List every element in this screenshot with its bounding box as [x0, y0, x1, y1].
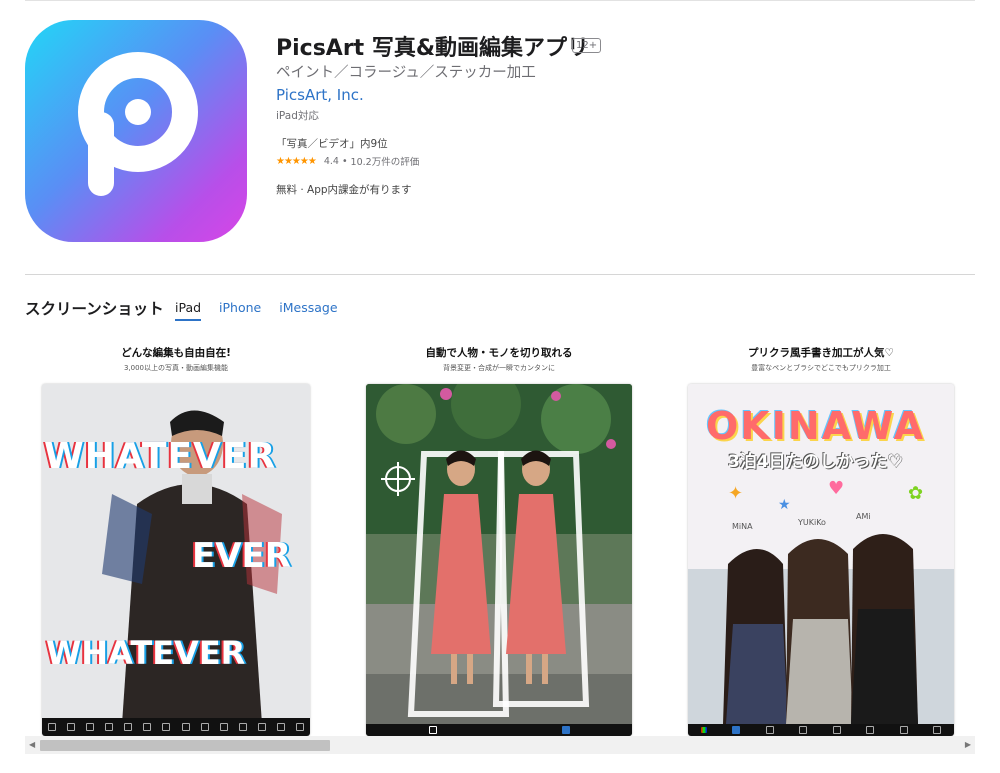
device-support-note: iPad対応: [276, 110, 319, 122]
editor-toolbar: [42, 718, 310, 736]
screenshots-scrollbar[interactable]: ◀ ▶: [25, 736, 975, 754]
screenshot-subcaption: 豊富なペンとブラシでどこでもプリクラ加工: [751, 364, 891, 372]
screenshot-caption: 自動で人物・モノを切り取れる: [425, 347, 573, 359]
app-title: PicsArt 写真&動画編集アプリ: [276, 36, 590, 61]
scroll-left-icon[interactable]: ◀: [29, 740, 35, 749]
svg-text:✦: ✦: [728, 483, 743, 504]
screenshot-subcaption: 背景変更・合成が一瞬でカンタンに: [443, 364, 555, 372]
rating-value: 4.4: [323, 155, 339, 167]
tab-ipad[interactable]: iPad: [175, 300, 202, 321]
screenshot-subcaption: 3,000以上の写真・動画編集機能: [123, 364, 229, 372]
rating-count: 10.2万件の評価: [350, 157, 420, 168]
app-subtitle: ペイント／コラージュ／ステッカー加工: [276, 65, 536, 81]
screenshot-2-header: 自動で人物・モノを切り取れる 背景変更・合成が一瞬でカンタンに: [366, 345, 632, 373]
rating-separator: •: [341, 155, 348, 167]
tab-imessage[interactable]: iMessage: [279, 300, 337, 321]
category-rank: 「写真／ビデオ」内9位: [276, 138, 388, 150]
star-rating-icon: ★★★★★: [276, 155, 317, 167]
age-rating-badge: 12+: [572, 38, 602, 53]
editor-toolbar: [688, 724, 954, 736]
scrollbar-thumb[interactable]: [40, 740, 330, 751]
tab-iphone[interactable]: iPhone: [219, 300, 261, 321]
app-icon: [25, 20, 247, 242]
screenshot-1[interactable]: WHATEVER EVER WHATEVER: [42, 384, 310, 736]
ever-text: EVER: [192, 536, 291, 576]
picsart-logo-icon: [78, 52, 198, 196]
screenshot-2[interactable]: [366, 384, 632, 736]
device-tabs: iPad iPhone iMessage: [175, 300, 338, 321]
section-divider: [25, 274, 975, 275]
name-doodle-2: YUKiKo: [798, 518, 826, 527]
top-divider: [25, 0, 975, 1]
screenshot-3-header: プリクラ風手書き加工が人気♡ 豊富なペンとブラシでどこでもプリクラ加工: [688, 345, 954, 373]
screenshot-2-image: [366, 384, 632, 736]
developer-link[interactable]: PicsArt, Inc.: [276, 86, 364, 104]
svg-text:♥: ♥: [828, 478, 844, 499]
screenshot-caption: プリクラ風手書き加工が人気♡: [748, 347, 894, 359]
name-doodle-3: AMi: [856, 512, 871, 521]
whatever-text-1: WHATEVER: [44, 436, 277, 477]
rating-row: ★★★★★ 4.4 • 10.2万件の評価: [276, 154, 420, 169]
price-info: 無料 · App内課金が有ります: [276, 184, 412, 196]
screenshots-heading: スクリーンショット: [25, 300, 164, 318]
scroll-right-icon[interactable]: ▶: [965, 740, 971, 749]
screenshot-3[interactable]: ✦ ♥ ✿ ★ OKINAWA 3泊4日たのしかった♡ MiNA YUKiKo …: [688, 384, 954, 736]
whatever-text-2: WHATEVER: [46, 634, 246, 672]
editor-toolbar: [366, 724, 632, 736]
svg-text:✿: ✿: [908, 483, 923, 504]
okinawa-doodle-text: OKINAWA: [706, 404, 926, 448]
name-doodle-1: MiNA: [732, 522, 753, 531]
screenshot-caption: どんな編集も自由自在!: [121, 347, 231, 359]
svg-text:★: ★: [778, 497, 791, 513]
screenshot-1-header: どんな編集も自由自在! 3,000以上の写真・動画編集機能: [42, 345, 310, 373]
trip-doodle-text: 3泊4日たのしかった♡: [728, 452, 903, 472]
